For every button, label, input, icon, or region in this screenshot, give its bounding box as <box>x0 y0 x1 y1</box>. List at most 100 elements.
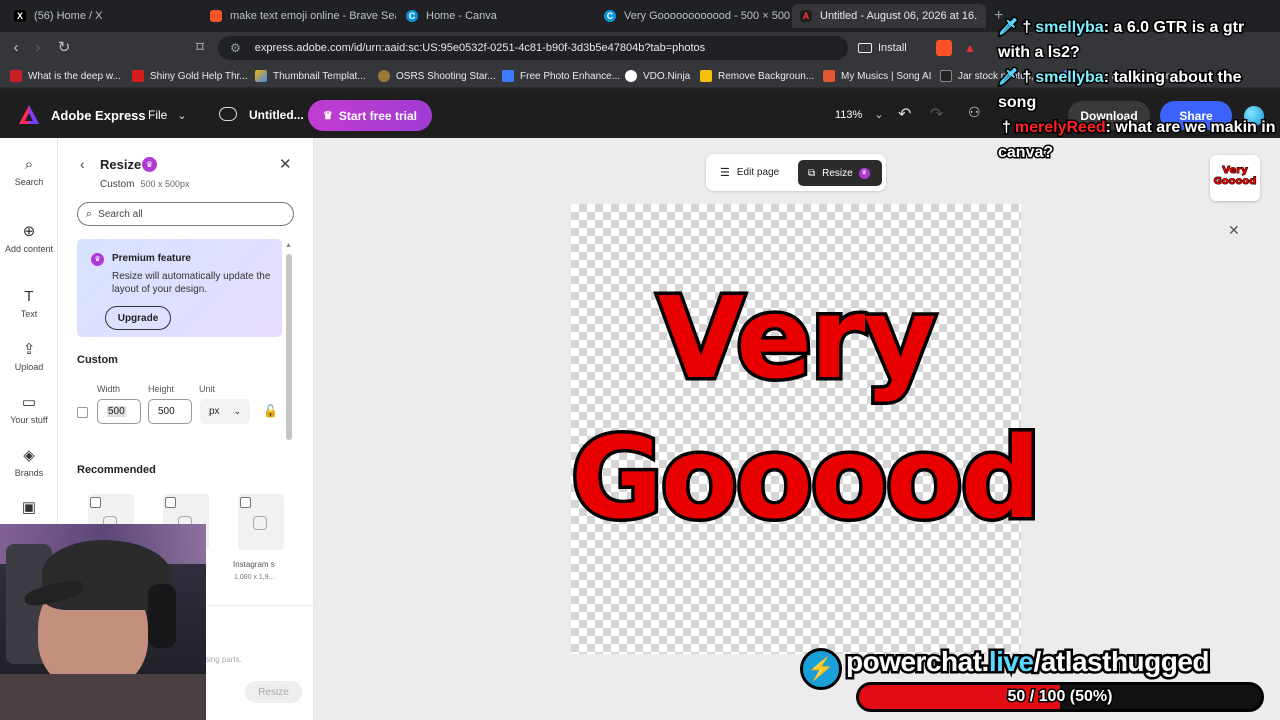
aspect-lock-icon[interactable]: 🔓 <box>263 404 278 418</box>
invite-collaborator-icon[interactable]: ⚇ <box>968 104 981 121</box>
chat-message: 🗡 † smellyba: a 6.0 GTR is a gtr with a ls… <box>996 15 1280 65</box>
rail-item-upload[interactable]: ⇪ Upload <box>0 340 58 372</box>
template-icon: ▣ <box>21 499 37 516</box>
chat-separator: : <box>1104 118 1116 138</box>
unit-value: px <box>209 406 220 417</box>
panel-scrollbar[interactable]: ▲ ▼ <box>285 242 292 705</box>
rail-item-brands[interactable]: ◈ Brands <box>0 446 58 478</box>
design-artboard[interactable]: Very Gooood <box>568 204 1045 654</box>
document-name[interactable]: Untitled... <box>249 108 304 122</box>
canva-logo-icon: C <box>406 10 418 22</box>
rail-item-templates[interactable]: ▣ <box>0 498 58 520</box>
recommended-size-card[interactable] <box>238 494 284 550</box>
card-checkbox[interactable] <box>165 497 176 508</box>
bookmark-item[interactable]: OSRS Shooting Star... <box>378 68 496 84</box>
chevron-down-icon: ⌄ <box>177 110 187 122</box>
unit-select[interactable]: px ⌄ <box>200 399 250 424</box>
search-input[interactable]: ⌕ Search all <box>77 202 294 226</box>
close-tab-icon[interactable]: ✕ <box>977 9 986 23</box>
design-text-line-2[interactable]: Gooood <box>568 411 1045 548</box>
bookmark-item[interactable]: Remove Backgroun... <box>700 68 814 84</box>
search-placeholder: Search all <box>98 208 143 220</box>
subtitle-text: Custom <box>100 179 135 190</box>
bookmark-item[interactable]: Free Photo Enhance... <box>502 68 620 84</box>
rail-item-add-content[interactable]: ⊕ Add content <box>0 222 58 254</box>
forward-arrow-icon[interactable]: › <box>28 38 48 58</box>
card-checkbox[interactable] <box>90 497 101 508</box>
upgrade-button[interactable]: Upgrade <box>105 306 171 330</box>
back-chevron-icon[interactable]: ‹ <box>80 156 85 172</box>
browser-tab-canva-design[interactable]: C Very Goooooooooood - 500 × 500px <box>596 4 790 28</box>
rail-item-text[interactable]: T Text <box>0 288 58 319</box>
cloud-sync-icon[interactable] <box>219 107 237 121</box>
thumbnail-text: Very Gooood <box>1213 165 1257 188</box>
bookmark-item[interactable]: Thumbnail Templat... <box>255 68 366 84</box>
bookmark-favicon-icon <box>502 70 514 82</box>
resize-tab-button[interactable]: ⧉ Resize ♛ <box>798 160 882 186</box>
bookmark-icon[interactable]: ⌑ <box>190 38 210 58</box>
canva-logo-icon: C <box>604 10 616 22</box>
tab-title: Untitled - August 06, 2026 at 16. <box>820 10 978 22</box>
trial-label: Start free trial <box>338 108 417 123</box>
zoom-value: 113% <box>835 109 863 121</box>
card-checkbox[interactable] <box>240 497 251 508</box>
tab-title: make text emoji online - Brave Search <box>230 10 396 22</box>
panel-subtitle: Custom 500 x 500px <box>100 179 190 190</box>
install-monitor-icon <box>858 43 872 53</box>
rail-label: Search <box>14 177 44 187</box>
rail-item-search[interactable]: ⌕ Search <box>0 156 58 187</box>
bookmark-item[interactable]: My Musics | Song AI <box>823 68 931 84</box>
resize-button[interactable]: Resize <box>245 681 302 703</box>
scrollbar-thumb[interactable] <box>286 254 292 440</box>
redo-icon[interactable]: ↷ <box>930 104 943 124</box>
brave-shield-icon[interactable] <box>936 40 952 56</box>
screen: X (56) Home / X make text emoji online -… <box>0 0 1280 720</box>
adobe-logo-icon: A <box>800 10 812 22</box>
zoom-dropdown[interactable]: 113% ⌄ <box>835 108 884 121</box>
design-text-line-1[interactable]: Very <box>571 271 1021 408</box>
bookmark-label: My Musics | Song AI <box>841 70 932 82</box>
tab-title: Home - Canva <box>426 10 497 22</box>
reload-icon[interactable]: ↻ <box>54 38 74 58</box>
rail-label: Brands <box>14 468 44 478</box>
file-menu[interactable]: File ⌄ <box>148 108 187 122</box>
brave-rewards-icon[interactable]: ▲ <box>962 40 978 56</box>
bookmark-label: Shiny Gold Help Thr... <box>150 70 248 82</box>
browser-tab-adobe-express[interactable]: A Untitled - August 06, 2026 at 16. ✕ <box>792 4 986 28</box>
adobe-express-logo-icon[interactable] <box>18 104 40 126</box>
bookmark-item[interactable]: What is the deep w... <box>10 68 121 84</box>
install-app-button[interactable]: Install <box>858 36 907 60</box>
close-icon[interactable]: ✕ <box>1228 222 1240 239</box>
start-free-trial-button[interactable]: ♛ Start free trial <box>308 100 432 131</box>
browser-tab-x[interactable]: X (56) Home / X <box>6 4 200 28</box>
custom-size-checkbox[interactable] <box>77 407 88 418</box>
chat-username: smellyba <box>1034 68 1106 88</box>
undo-icon[interactable]: ↶ <box>898 104 911 124</box>
bookmark-item[interactable]: VDO.Ninja <box>625 68 690 84</box>
rail-label: Text <box>20 309 38 319</box>
rail-item-your-stuff[interactable]: ▭ Your stuff <box>0 393 58 425</box>
height-field[interactable]: 500 <box>148 399 192 424</box>
bookmark-label: Remove Backgroun... <box>718 70 815 82</box>
edit-page-button[interactable]: ☰ Edit page <box>720 166 779 179</box>
back-arrow-icon[interactable]: ‹ <box>6 38 26 58</box>
site-info-icon[interactable]: ⚙ <box>230 41 241 55</box>
scroll-up-icon[interactable]: ▲ <box>285 242 292 249</box>
premium-feature-card: ♛ Premium feature Resize will automatica… <box>77 239 282 337</box>
browser-tab-brave-search[interactable]: make text emoji online - Brave Search <box>202 4 396 28</box>
text-icon: T <box>24 288 34 305</box>
address-bar[interactable]: ⚙ express.adobe.com/id/urn:aaid:sc:US:95… <box>218 36 848 60</box>
close-panel-icon[interactable]: ✕ <box>279 155 292 173</box>
instagram-icon <box>253 516 267 530</box>
browser-tab-canva-home[interactable]: C Home - Canva <box>398 4 592 28</box>
bookmark-favicon-icon <box>132 70 144 82</box>
width-field[interactable]: 500 <box>97 399 141 424</box>
bookmark-label: Thumbnail Templat... <box>273 70 366 82</box>
card-label: Instagram s <box>233 560 275 569</box>
custom-heading: Custom <box>77 354 118 366</box>
bookmark-item[interactable]: Shiny Gold Help Thr... <box>132 68 248 84</box>
search-icon: ⌕ <box>86 207 93 220</box>
crown-icon: ♛ <box>323 110 333 122</box>
recommended-heading: Recommended <box>77 464 156 476</box>
powerchat-banner: ⚡ powerchat.live/atlasthugged 50 / 100 (… <box>800 644 1280 720</box>
